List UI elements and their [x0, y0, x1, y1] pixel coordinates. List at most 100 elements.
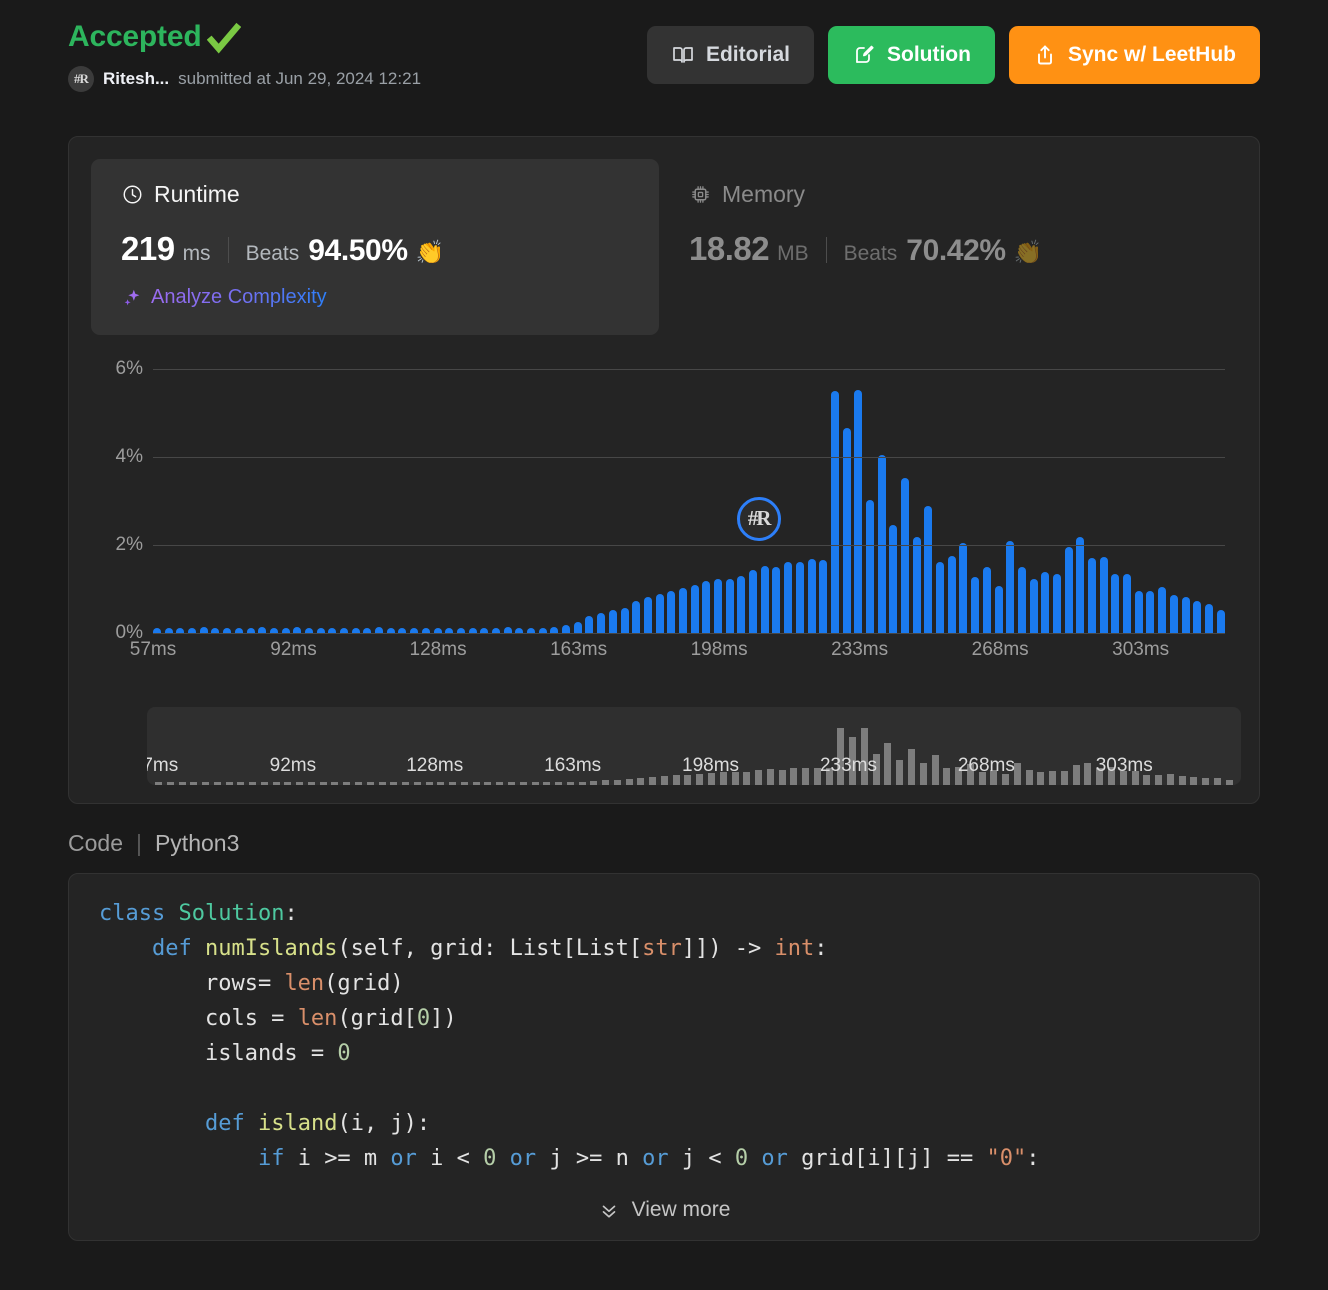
view-more-button[interactable]: View more	[69, 1198, 1259, 1222]
editorial-button[interactable]: Editorial	[647, 26, 814, 84]
chart-bar[interactable]	[1182, 597, 1190, 633]
chart-bar[interactable]	[621, 608, 629, 633]
chart-x-tick: 198ms	[691, 639, 748, 661]
chart-bar[interactable]	[749, 570, 757, 633]
chart-bar[interactable]	[948, 556, 956, 633]
chart-bar[interactable]	[656, 594, 664, 633]
chart-bar[interactable]	[691, 585, 699, 633]
chart-bar[interactable]	[924, 506, 932, 633]
chart-bar[interactable]	[574, 622, 582, 633]
chart-bar[interactable]	[1030, 579, 1038, 633]
chart-x-tick: 163ms	[550, 639, 607, 661]
chart-bar[interactable]	[1065, 547, 1073, 633]
chart-bar[interactable]	[913, 537, 921, 633]
chart-bar[interactable]	[831, 391, 839, 633]
chart-gridline	[153, 633, 1225, 634]
chart-bar[interactable]	[1100, 557, 1108, 633]
chart-bar[interactable]	[796, 562, 804, 633]
chart-bar[interactable]	[1135, 591, 1143, 633]
submission-header: Accepted #R Ritesh... submitted at Jun 2…	[68, 0, 1260, 120]
chart-bar[interactable]	[667, 591, 675, 633]
chart-bar[interactable]	[597, 613, 605, 633]
runtime-values: 219 ms Beats 94.50% 👏	[121, 230, 629, 268]
chart-bar[interactable]	[819, 560, 827, 633]
code-separator: |	[136, 830, 142, 857]
chart-bar[interactable]	[1111, 574, 1119, 633]
memory-beats-label: Beats	[844, 242, 898, 266]
chart-bar[interactable]	[936, 562, 944, 633]
chart-range-brush[interactable]: 57ms92ms128ms163ms198ms233ms268ms303ms	[147, 707, 1241, 785]
brush-x-tick: 92ms	[270, 755, 316, 777]
code-card: class Solution: def numIslands(self, gri…	[68, 873, 1260, 1241]
chart-bar[interactable]	[679, 588, 687, 633]
chart-bar[interactable]	[772, 567, 780, 633]
chart-bar[interactable]	[1205, 604, 1213, 633]
chart-bar[interactable]	[1076, 537, 1084, 633]
chart-bar[interactable]	[971, 577, 979, 633]
chart-bar[interactable]	[784, 562, 792, 633]
runtime-title: Runtime	[154, 181, 240, 208]
solution-button[interactable]: Solution	[828, 26, 995, 84]
user-submission-marker[interactable]: #R	[737, 497, 781, 541]
book-icon	[671, 43, 695, 67]
runtime-header: Runtime	[121, 181, 629, 208]
sparkles-icon	[121, 287, 143, 309]
editorial-button-label: Editorial	[706, 43, 790, 67]
memory-stat-panel[interactable]: Memory 18.82 MB Beats 70.42% 👏	[659, 159, 1227, 335]
chart-bar[interactable]	[889, 525, 897, 633]
chart-bar[interactable]	[562, 625, 570, 633]
chart-bar[interactable]	[866, 500, 874, 633]
pencil-square-icon	[852, 43, 876, 67]
chart-bar[interactable]	[1217, 610, 1225, 633]
runtime-stat-panel[interactable]: Runtime 219 ms Beats 94.50% 👏 Analyze Co…	[91, 159, 659, 335]
chart-bar[interactable]	[1123, 574, 1131, 633]
chart-bar[interactable]	[1158, 587, 1166, 633]
chart-bar[interactable]	[632, 601, 640, 633]
chart-bar[interactable]	[983, 567, 991, 633]
chart-bar[interactable]	[854, 390, 862, 633]
brush-x-tick: 198ms	[682, 755, 739, 777]
chart-bar[interactable]	[1146, 591, 1154, 633]
code-block[interactable]: class Solution: def numIslands(self, gri…	[99, 896, 1229, 1176]
chart-bar[interactable]	[737, 576, 745, 633]
chart-bar[interactable]	[995, 586, 1003, 633]
brush-x-tick: 128ms	[406, 755, 463, 777]
chart-x-tick: 233ms	[831, 639, 888, 661]
clock-icon	[121, 183, 144, 206]
chart-bar[interactable]	[702, 581, 710, 633]
chart-x-tick: 128ms	[410, 639, 467, 661]
submitter-name[interactable]: Ritesh...	[103, 69, 169, 89]
chart-bar[interactable]	[843, 428, 851, 633]
chart-bar[interactable]	[644, 597, 652, 633]
chart-bar[interactable]	[714, 579, 722, 633]
analyze-complexity-button[interactable]: Analyze Complexity	[121, 286, 629, 309]
stats-row: Runtime 219 ms Beats 94.50% 👏 Analyze Co…	[91, 159, 1237, 335]
chart-gridline	[153, 457, 1225, 458]
chart-bars	[153, 343, 1225, 633]
chart-bar[interactable]	[1170, 595, 1178, 633]
chart-bar[interactable]	[1053, 574, 1061, 633]
memory-title: Memory	[722, 181, 805, 208]
chart-bar[interactable]	[609, 610, 617, 633]
chart-bar[interactable]	[1006, 541, 1014, 633]
memory-divider	[826, 237, 827, 263]
chart-bar[interactable]	[726, 579, 734, 633]
chart-bar[interactable]	[1088, 558, 1096, 633]
chart-bar[interactable]	[808, 559, 816, 633]
submitted-timestamp: submitted at Jun 29, 2024 12:21	[178, 69, 421, 89]
chart-bar[interactable]	[761, 566, 769, 633]
chart-bar[interactable]	[959, 543, 967, 634]
chart-x-tick: 303ms	[1112, 639, 1169, 661]
memory-header: Memory	[689, 181, 1197, 208]
runtime-beats-label: Beats	[246, 242, 300, 266]
chart-bar[interactable]	[1041, 572, 1049, 634]
cpu-chip-icon	[689, 183, 712, 206]
chart-bar[interactable]	[585, 616, 593, 633]
chart-bar[interactable]	[878, 455, 886, 633]
chart-bar[interactable]	[1018, 567, 1026, 633]
chart-bar[interactable]	[901, 478, 909, 633]
code-label: Code	[68, 830, 123, 857]
chart-bar[interactable]	[1193, 601, 1201, 633]
sync-leethub-button[interactable]: Sync w/ LeetHub	[1009, 26, 1260, 84]
avatar[interactable]: #R	[68, 66, 94, 92]
